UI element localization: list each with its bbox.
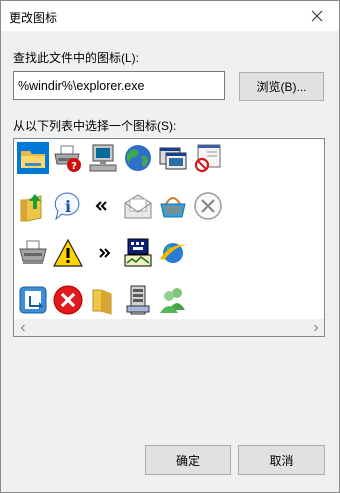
info-icon[interactable]: i <box>52 190 84 222</box>
double-right-arrow-icon[interactable] <box>87 237 119 269</box>
shopping-basket-icon[interactable] <box>157 190 189 222</box>
path-label: 查找此文件中的图标(L): <box>13 51 140 65</box>
internet-explorer-icon[interactable] <box>157 237 189 269</box>
folder-icon[interactable] <box>17 142 49 174</box>
svg-text:i: i <box>65 197 71 216</box>
folders-icon[interactable] <box>87 284 119 316</box>
dialog-title: 更改图标 <box>9 11 58 25</box>
mail-icon[interactable] <box>122 190 154 222</box>
chevron-right-icon <box>313 324 318 331</box>
window-arrow-icon[interactable] <box>17 284 49 316</box>
icon-grid: ? i <box>17 142 317 318</box>
horizontal-scrollbar[interactable] <box>14 319 324 336</box>
icon-list[interactable]: ? i <box>13 138 325 337</box>
double-left-arrow-icon[interactable] <box>87 190 119 222</box>
windows-icon[interactable] <box>157 142 189 174</box>
scroll-left-button[interactable] <box>14 319 31 336</box>
circle-x-icon[interactable] <box>192 190 224 222</box>
computer-icon[interactable] <box>87 142 119 174</box>
close-button[interactable] <box>295 1 339 31</box>
ok-button[interactable]: 确定 <box>145 445 231 475</box>
chevron-left-icon <box>20 324 25 331</box>
globe-icon[interactable] <box>122 142 154 174</box>
print-help-icon[interactable]: ? <box>52 142 84 174</box>
folder-up-icon[interactable] <box>17 190 49 222</box>
close-icon <box>311 10 323 22</box>
stop-window-icon[interactable] <box>192 142 224 174</box>
icon-list-label: 从以下列表中选择一个图标(S): <box>13 119 177 133</box>
title-bar: 更改图标 <box>1 1 339 31</box>
change-icon-dialog: 更改图标 查找此文件中的图标(L): 浏览(B)... 从以下列表中选择一个图标… <box>0 0 340 493</box>
cancel-button[interactable]: 取消 <box>238 445 325 475</box>
svg-text:?: ? <box>71 161 77 172</box>
users-icon[interactable] <box>157 284 189 316</box>
network-monitor-icon[interactable] <box>122 237 154 269</box>
path-input[interactable] <box>13 71 225 100</box>
server-icon[interactable] <box>122 284 154 316</box>
error-icon[interactable] <box>52 284 84 316</box>
scroll-right-button[interactable] <box>307 319 324 336</box>
browse-button[interactable]: 浏览(B)... <box>239 72 324 101</box>
warning-icon[interactable] <box>52 237 84 269</box>
printer-icon[interactable] <box>17 237 49 269</box>
